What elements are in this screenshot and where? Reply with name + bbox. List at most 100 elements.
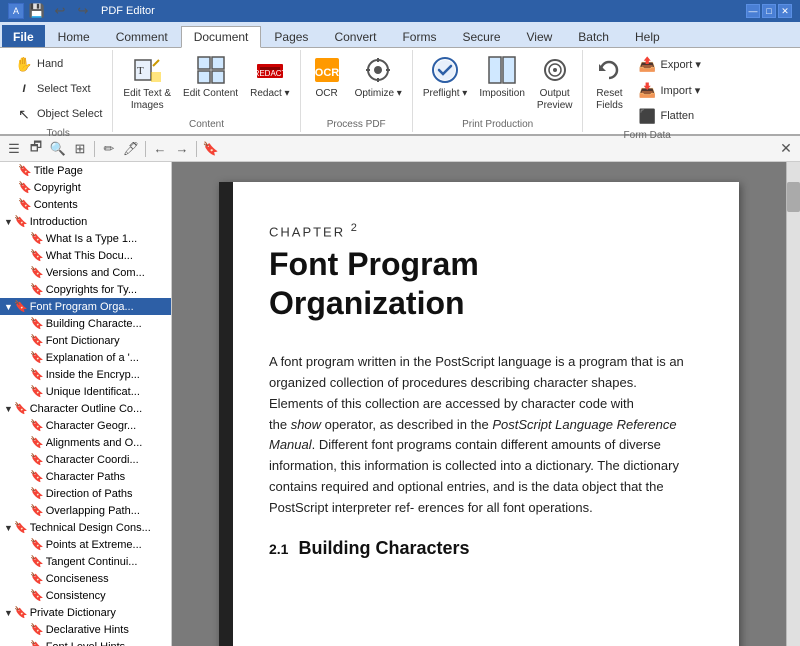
bookmark-overlapping[interactable]: 🔖 Overlapping Path... [0, 502, 171, 519]
reset-fields-icon [593, 54, 625, 86]
hand-icon: ✋ [14, 54, 34, 74]
maximize-button[interactable]: □ [762, 4, 776, 18]
export-button[interactable]: 📤 Export ▾ [633, 52, 704, 76]
bookmark-label: What This Docu... [46, 250, 133, 262]
bookmark-versions[interactable]: 🔖 Versions and Com... [0, 264, 171, 281]
bookmark-building-chars[interactable]: 🔖 Building Characte... [0, 315, 171, 332]
bookmark-char-geog[interactable]: 🔖 Character Geogr... [0, 417, 171, 434]
bookmark-font-program[interactable]: ▼ 🔖 Font Program Orga... [0, 298, 171, 315]
bookmark-copyrights[interactable]: 🔖 Copyrights for Ty... [0, 281, 171, 298]
bookmark-consistency[interactable]: 🔖 Consistency [0, 587, 171, 604]
bookmark-icon: 🔖 [18, 181, 32, 194]
tab-forms[interactable]: Forms [389, 25, 449, 47]
imposition-button[interactable]: Imposition [475, 52, 529, 102]
tab-document[interactable]: Document [181, 26, 262, 48]
tab-convert[interactable]: Convert [321, 25, 389, 47]
bookmark-char-coord[interactable]: 🔖 Character Coordi... [0, 451, 171, 468]
bookmark-inside-encrypt[interactable]: 🔖 Inside the Encryp... [0, 366, 171, 383]
flatten-button[interactable]: ⬛ Flatten [633, 104, 704, 128]
bookmark-label: Character Coordi... [46, 454, 139, 466]
bookmark-font-level[interactable]: 🔖 Font Level Hints [0, 638, 171, 646]
import-button[interactable]: 📥 Import ▾ [633, 78, 704, 102]
bookmark-icon: 🔖 [30, 538, 44, 551]
output-preview-button[interactable]: OutputPreview [533, 52, 577, 114]
ribbon-group-content: T Edit Text &Images Edit Content REDACT … [113, 50, 300, 132]
bookmark-introduction[interactable]: ▼ 🔖 Introduction [0, 213, 171, 230]
tab-home[interactable]: Home [45, 25, 103, 47]
save-icon[interactable]: 💾 [27, 1, 47, 21]
redo-icon[interactable]: ↪ [73, 1, 93, 21]
bookmark-what-this-doc[interactable]: 🔖 What This Docu... [0, 247, 171, 264]
bookmark-unique-id[interactable]: 🔖 Unique Identificat... [0, 383, 171, 400]
toolbar-back-icon[interactable]: ← [150, 139, 170, 159]
bookmark-char-outline[interactable]: ▼ 🔖 Character Outline Co... [0, 400, 171, 417]
bookmark-label: Points at Extreme... [46, 539, 142, 551]
toolbar-forward-icon[interactable]: → [172, 139, 192, 159]
chapter-num: 2 [351, 222, 359, 234]
bookmark-technical-design[interactable]: ▼ 🔖 Technical Design Cons... [0, 519, 171, 536]
toolbar-pages-icon[interactable]: 🗗 [26, 139, 46, 159]
toolbar-highlight-icon[interactable]: 🖊 [121, 139, 141, 159]
bookmark-explanation[interactable]: 🔖 Explanation of a '... [0, 349, 171, 366]
minimize-button[interactable]: — [746, 4, 760, 18]
toolbar-grid-icon[interactable]: ⊞ [70, 139, 90, 159]
tab-file[interactable]: File [2, 25, 45, 47]
undo-icon[interactable]: ↩ [50, 1, 70, 21]
tab-secure[interactable]: Secure [449, 25, 513, 47]
bookmark-declarative[interactable]: 🔖 Declarative Hints [0, 621, 171, 638]
bookmark-label: Private Dictionary [30, 607, 116, 619]
hand-tool-button[interactable]: ✋ Hand [10, 52, 106, 76]
bookmark-icon: 🔖 [14, 215, 28, 228]
bookmark-points-extreme[interactable]: 🔖 Points at Extreme... [0, 536, 171, 553]
optimize-label: Optimize ▾ [355, 88, 402, 100]
tab-comment[interactable]: Comment [103, 25, 181, 47]
preflight-button[interactable]: Preflight ▾ [419, 52, 471, 102]
formdata-group-content: ResetFields 📤 Export ▾ 📥 Import ▾ ⬛ Flat… [589, 52, 704, 128]
tab-help[interactable]: Help [622, 25, 673, 47]
document-area[interactable]: CHAPTER 2 Font Program Organization A fo… [172, 162, 786, 646]
edit-text-images-button[interactable]: T Edit Text &Images [119, 52, 175, 114]
bookmark-what-is-type1[interactable]: 🔖 What Is a Type 1... [0, 230, 171, 247]
toolbar-bookmark-icon[interactable]: 🔖 [201, 139, 221, 159]
section-number: 2.1 [269, 541, 288, 557]
bookmark-contents[interactable]: 🔖 Contents [0, 196, 171, 213]
scrollbar-thumb[interactable] [787, 182, 800, 212]
bookmark-icon: 🔖 [30, 640, 44, 646]
chapter-label: CHAPTER 2 [269, 222, 689, 239]
bookmark-alignments[interactable]: 🔖 Alignments and O... [0, 434, 171, 451]
svg-text:OCR: OCR [314, 67, 339, 79]
tab-pages[interactable]: Pages [261, 25, 321, 47]
bookmark-char-paths[interactable]: 🔖 Character Paths [0, 468, 171, 485]
section-title: Building Characters [298, 538, 469, 559]
bookmark-copyright[interactable]: 🔖 Copyright [0, 179, 171, 196]
optimize-button[interactable]: Optimize ▾ [351, 52, 406, 102]
tab-batch[interactable]: Batch [565, 25, 622, 47]
bookmark-font-dictionary[interactable]: 🔖 Font Dictionary [0, 332, 171, 349]
output-preview-label: OutputPreview [537, 88, 573, 112]
vertical-scrollbar[interactable] [786, 162, 800, 646]
secondary-toolbar: ☰ 🗗 🔍 ⊞ ✏ 🖊 ← → 🔖 ✕ [0, 136, 800, 162]
bookmark-icon: 🔖 [14, 606, 28, 619]
toolbar-edit-icon[interactable]: ✏ [99, 139, 119, 159]
bookmark-conciseness[interactable]: 🔖 Conciseness [0, 570, 171, 587]
toolbar-menu-icon[interactable]: ☰ [4, 139, 24, 159]
bookmark-direction[interactable]: 🔖 Direction of Paths [0, 485, 171, 502]
close-button[interactable]: ✕ [778, 4, 792, 18]
ocr-button[interactable]: OCR OCR [307, 52, 347, 102]
toolbar-zoom-icon[interactable]: 🔍 [48, 139, 68, 159]
edit-content-button[interactable]: Edit Content [179, 52, 242, 102]
bookmark-title-page[interactable]: 🔖 Title Page [0, 162, 171, 179]
bookmark-label: Copyright [34, 182, 81, 194]
reset-fields-button[interactable]: ResetFields [589, 52, 629, 114]
select-text-label: Select Text [37, 83, 91, 95]
tab-view[interactable]: View [514, 25, 566, 47]
bookmark-tangent[interactable]: 🔖 Tangent Continui... [0, 553, 171, 570]
object-select-button[interactable]: ↖ Object Select [10, 102, 106, 126]
bookmark-icon: 🔖 [30, 419, 44, 432]
toolbar-close-button[interactable]: ✕ [776, 139, 796, 159]
select-text-button[interactable]: I Select Text [10, 77, 106, 101]
process-group-content: OCR OCR Optimize ▾ [307, 52, 406, 117]
bookmark-private-dict[interactable]: ▼ 🔖 Private Dictionary [0, 604, 171, 621]
tools-col: ✋ Hand I Select Text ↖ Object Select [10, 52, 106, 126]
redact-button[interactable]: REDACT Redact ▾ [246, 52, 293, 102]
